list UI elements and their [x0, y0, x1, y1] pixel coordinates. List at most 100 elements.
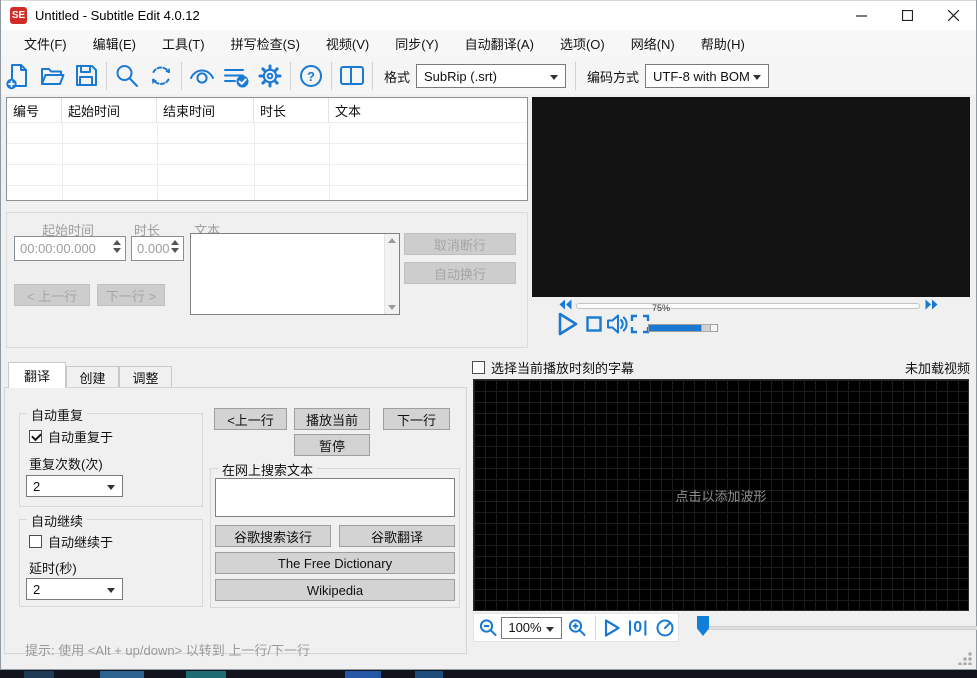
menu-sync[interactable]: 同步(Y): [382, 30, 451, 57]
spinner-arrows-icon[interactable]: [113, 240, 121, 253]
subtitle-text-area[interactable]: [190, 233, 400, 315]
menu-help[interactable]: 帮助(H): [688, 30, 758, 57]
waveform-control-strip: 100% |0|: [473, 613, 679, 642]
repeat-count-select[interactable]: 2: [26, 475, 123, 497]
textarea-scrollbar[interactable]: [384, 234, 399, 314]
toolbar-separator: [331, 62, 332, 90]
open-folder-icon: [41, 68, 65, 85]
play-icon: [604, 618, 620, 637]
waveform-display[interactable]: 点击以添加波形: [473, 379, 969, 611]
scroll-up-icon[interactable]: [388, 238, 396, 243]
playback-speed-button[interactable]: [653, 618, 678, 638]
stop-button[interactable]: [586, 316, 602, 332]
menu-video[interactable]: 视频(V): [313, 30, 382, 57]
next-line-button[interactable]: 下一行: [383, 408, 450, 430]
tab-adjust[interactable]: 调整: [119, 366, 172, 388]
list-rows-area[interactable]: [7, 123, 527, 200]
column-header-end-time[interactable]: 结束时间: [157, 98, 254, 122]
subtitle-list-view[interactable]: 编号 起始时间 结束时间 时长 文本: [6, 97, 528, 201]
unbreak-button[interactable]: 取消断行: [404, 233, 516, 255]
volume-slider-thumb[interactable]: [701, 324, 711, 332]
column-header-duration[interactable]: 时长: [254, 98, 329, 122]
seek-forward-button[interactable]: [925, 299, 938, 310]
menu-spellcheck[interactable]: 拼写检查(S): [218, 30, 313, 57]
zoom-in-button[interactable]: [562, 618, 591, 638]
open-file-button[interactable]: [35, 61, 69, 91]
spinner-arrows-icon[interactable]: [171, 240, 179, 253]
spell-check-list-icon: [224, 69, 249, 88]
scroll-down-icon[interactable]: [388, 305, 396, 310]
free-dictionary-button[interactable]: The Free Dictionary: [215, 552, 455, 574]
delay-select[interactable]: 2: [26, 578, 123, 600]
menu-tools[interactable]: 工具(T): [149, 30, 218, 57]
google-translate-button[interactable]: 谷歌翻译: [339, 525, 455, 547]
auto-break-button[interactable]: 自动换行: [404, 262, 516, 284]
auto-continue-checkbox-label: 自动继续于: [48, 535, 114, 550]
play-current-button[interactable]: 播放当前: [294, 408, 370, 430]
stop-icon: [586, 316, 602, 332]
auto-repeat-group: 自动重复 自动重复于 重复次数(次) 2: [19, 405, 203, 507]
minimize-button[interactable]: [838, 1, 884, 30]
video-status-label: 未加载视频: [904, 360, 970, 376]
close-button[interactable]: [930, 1, 976, 30]
column-header-text[interactable]: 文本: [329, 98, 527, 122]
waveform-zoom-select[interactable]: 100%: [501, 616, 563, 639]
tab-translate[interactable]: 翻译: [8, 362, 66, 388]
pause-button[interactable]: 暂停: [294, 434, 370, 456]
video-seek-bar[interactable]: [576, 303, 920, 309]
visual-sync-button[interactable]: [185, 61, 219, 91]
video-controls: 75%: [532, 297, 970, 346]
mute-button[interactable]: [606, 312, 628, 336]
fullscreen-button[interactable]: [630, 314, 650, 334]
seek-back-button[interactable]: [559, 299, 572, 310]
settings-button[interactable]: [253, 61, 287, 91]
save-button[interactable]: [69, 61, 103, 91]
prev-line-button[interactable]: <上一行: [214, 408, 287, 430]
menu-auto-translate[interactable]: 自动翻译(A): [452, 30, 547, 57]
find-button[interactable]: [110, 61, 144, 91]
waveform-play-button[interactable]: [600, 618, 623, 638]
help-button[interactable]: ?: [294, 61, 328, 91]
replace-button[interactable]: [144, 61, 178, 91]
select-current-subtitle-checkbox[interactable]: [472, 360, 485, 374]
spell-check-button[interactable]: [219, 61, 253, 91]
resize-grip[interactable]: [958, 651, 972, 665]
encoding-combobox[interactable]: UTF-8 with BOM: [645, 64, 770, 88]
waveform-placeholder-text: 点击以添加波形: [675, 488, 767, 504]
column-header-number[interactable]: 编号: [7, 98, 62, 122]
new-file-button[interactable]: [1, 61, 35, 91]
previous-line-button[interactable]: < 上一行: [14, 284, 90, 306]
menu-file[interactable]: 文件(F): [11, 30, 80, 57]
auto-repeat-group-label: 自动重复: [27, 405, 88, 424]
maximize-button[interactable]: [884, 1, 930, 30]
save-icon: [76, 65, 97, 86]
speedometer-icon: [656, 619, 674, 636]
wikipedia-button[interactable]: Wikipedia: [215, 579, 455, 601]
waveform-position-slider[interactable]: [701, 626, 977, 630]
auto-continue-checkbox[interactable]: [29, 535, 42, 548]
eye-icon: [190, 69, 214, 84]
auto-continue-group: 自动继续 自动继续于 延时(秒) 2: [19, 511, 203, 607]
volume-percent-label: 75%: [652, 303, 671, 313]
google-search-line-button[interactable]: 谷歌搜索该行: [215, 525, 331, 547]
menu-options[interactable]: 选项(O): [547, 30, 618, 57]
play-button[interactable]: [556, 311, 580, 337]
menu-network[interactable]: 网络(N): [618, 30, 688, 57]
waveform-slider-thumb[interactable]: [697, 616, 709, 636]
layout-button[interactable]: [335, 61, 369, 91]
next-line-button[interactable]: 下一行 >: [97, 284, 165, 306]
svg-text:?: ?: [307, 69, 315, 84]
duration-spinner[interactable]: 0.000: [131, 236, 184, 261]
web-search-input[interactable]: [215, 478, 455, 517]
zoom-out-button[interactable]: [474, 618, 501, 638]
start-time-spinner[interactable]: 00:00:00.000: [14, 236, 126, 261]
new-file-icon: [6, 64, 27, 90]
tab-create[interactable]: 创建: [66, 366, 119, 388]
volume-slider[interactable]: [648, 324, 718, 332]
encoding-value: UTF-8 with BOM: [653, 68, 750, 84]
play-from-start-button[interactable]: |0|: [624, 619, 653, 637]
auto-repeat-checkbox[interactable]: [29, 430, 42, 443]
menu-edit[interactable]: 编辑(E): [80, 30, 149, 57]
column-header-start-time[interactable]: 起始时间: [62, 98, 157, 122]
format-combobox[interactable]: SubRip (.srt): [416, 64, 567, 88]
